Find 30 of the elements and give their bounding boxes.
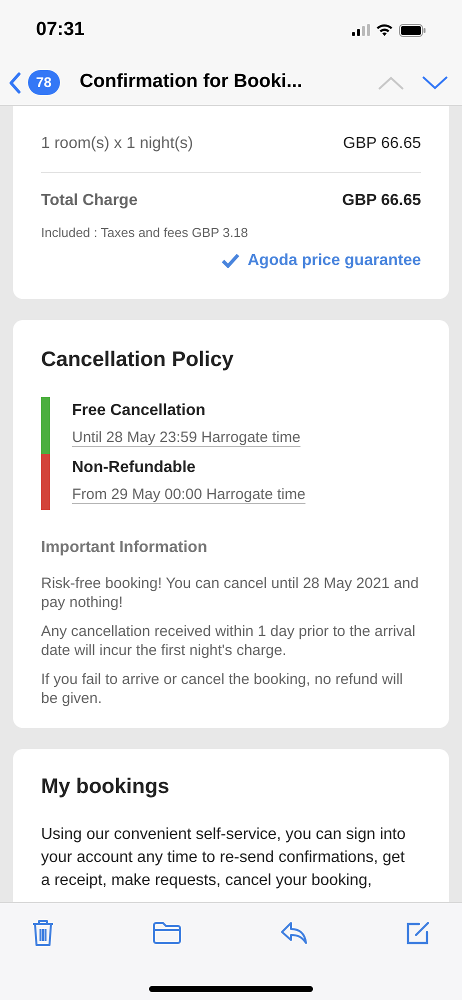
price-label: 1 room(s) x 1 night(s) xyxy=(41,134,194,154)
unread-count-badge[interactable]: 78 xyxy=(28,70,60,95)
period-title: Non-Refundable xyxy=(72,458,197,478)
status-time: 07:31 xyxy=(36,18,85,42)
reply-icon[interactable] xyxy=(280,921,308,945)
total-label: Total Charge xyxy=(41,191,138,211)
card-title: Cancellation Policy xyxy=(41,346,235,372)
message-title: Confirmation for Booki... xyxy=(80,70,302,94)
price-guarantee-link[interactable]: Agoda price guarantee xyxy=(248,248,421,272)
folder-icon[interactable] xyxy=(152,921,182,945)
period-title: Free Cancellation xyxy=(72,401,206,421)
signal-icon xyxy=(352,24,370,36)
total-value: GBP 66.65 xyxy=(342,191,421,211)
info-paragraph: Any cancellation received within 1 day prior to the arrival date will incur the first night's charge. xyxy=(41,622,416,660)
compose-icon[interactable] xyxy=(404,920,431,946)
next-icon[interactable] xyxy=(422,76,448,90)
included-note: Included : Taxes and fees GBP 3.18 xyxy=(41,224,249,242)
trash-icon[interactable] xyxy=(31,919,55,947)
card-title: My bookings xyxy=(41,774,170,800)
period-detail: From 29 May 00:00 Harrogate time xyxy=(72,484,306,504)
wifi-icon xyxy=(376,24,393,36)
check-icon xyxy=(220,253,240,268)
period-detail: Until 28 May 23:59 Harrogate time xyxy=(72,428,300,448)
my-bookings-text: Using our convenient self-service, you can sign into your account any time to re-send confirmations, get a receipt, make requests, cancel your booking, xyxy=(41,824,407,890)
price-value: GBP 66.65 xyxy=(343,134,421,154)
battery-icon xyxy=(399,24,426,36)
info-paragraph: Risk-free booking! You can cancel until 28 May 2021 and pay nothing! xyxy=(41,574,420,612)
section-heading: Important Information xyxy=(41,538,208,558)
info-paragraph: If you fail to arrive or cancel the booking, no refund will be given. xyxy=(41,670,404,708)
back-icon[interactable] xyxy=(8,70,22,94)
